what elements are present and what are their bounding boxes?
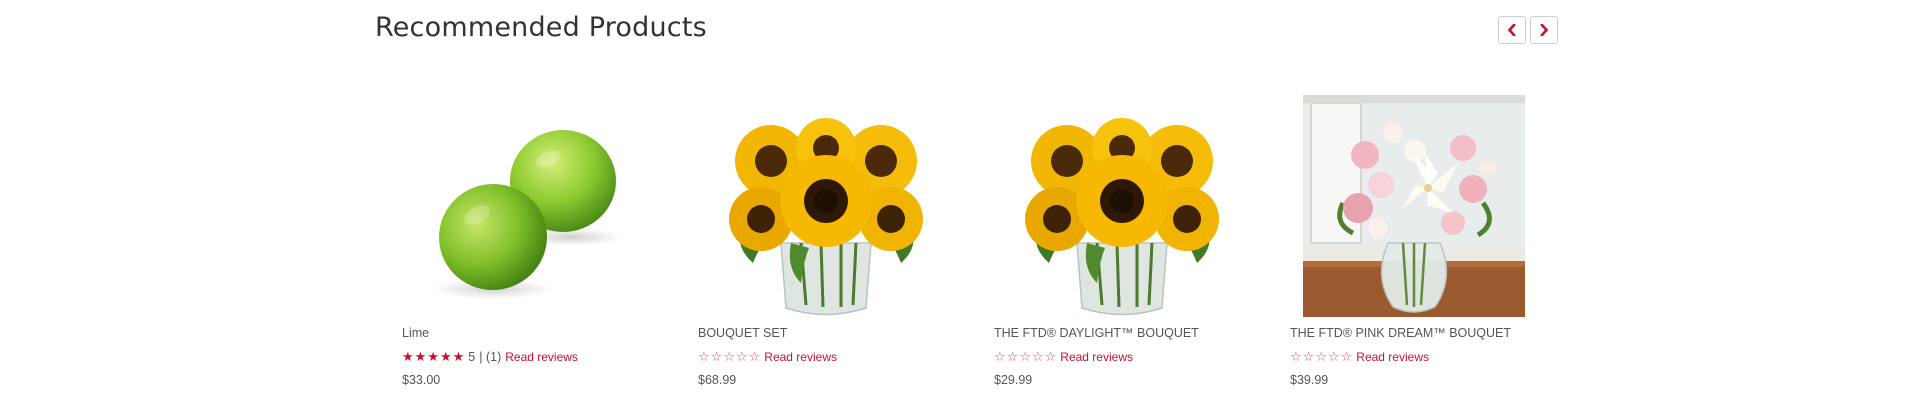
star-empty-icon: ☆ bbox=[994, 349, 1006, 365]
carousel-next-button[interactable] bbox=[1530, 16, 1558, 44]
sunflowers-image bbox=[1022, 103, 1222, 317]
carousel-nav bbox=[1498, 16, 1558, 44]
star-filled-icon: ★ bbox=[402, 349, 414, 365]
product-price: $33.00 bbox=[402, 373, 441, 387]
product-card: THE FTD® DAYLIGHT™ BOUQUET ☆ ☆ ☆ ☆ ☆ Rea… bbox=[967, 93, 1237, 403]
star-rating: ☆ ☆ ☆ ☆ ☆ bbox=[698, 351, 760, 364]
star-empty-icon: ☆ bbox=[1044, 349, 1057, 365]
star-filled-icon: ★ bbox=[414, 349, 427, 365]
star-empty-icon: ☆ bbox=[1340, 349, 1353, 365]
product-card: BOUQUET SET ☆ ☆ ☆ ☆ ☆ Read reviews $68.9… bbox=[671, 93, 941, 403]
read-reviews-link[interactable]: Read reviews bbox=[1356, 350, 1429, 364]
product-card: Lime ★ ★ ★ ★ ★ 5 | (1) Read reviews $33.… bbox=[375, 93, 645, 403]
product-image-link[interactable] bbox=[671, 93, 941, 317]
read-reviews-link[interactable]: Read reviews bbox=[505, 350, 578, 364]
rating-count: | (1) bbox=[479, 350, 502, 364]
star-empty-icon: ☆ bbox=[723, 349, 735, 365]
star-empty-icon: ☆ bbox=[1327, 349, 1340, 365]
product-rating: ☆ ☆ ☆ ☆ ☆ Read reviews bbox=[1290, 349, 1540, 365]
product-card: THE FTD® PINK DREAM™ BOUQUET ☆ ☆ ☆ ☆ ☆ R… bbox=[1263, 93, 1533, 403]
product-info: THE FTD® PINK DREAM™ BOUQUET ☆ ☆ ☆ ☆ ☆ R… bbox=[1290, 325, 1540, 388]
star-filled-icon: ★ bbox=[452, 349, 465, 365]
product-name[interactable]: Lime bbox=[402, 325, 652, 341]
read-reviews-link[interactable]: Read reviews bbox=[1060, 350, 1133, 364]
rating-score: 5 bbox=[468, 350, 476, 364]
product-name[interactable]: THE FTD® DAYLIGHT™ BOUQUET bbox=[994, 325, 1244, 341]
product-carousel: Lime ★ ★ ★ ★ ★ 5 | (1) Read reviews $33.… bbox=[375, 93, 1558, 405]
product-name[interactable]: BOUQUET SET bbox=[698, 325, 948, 341]
recommended-products-section: Recommended Products Lime ★ ★ ★ ★ ★ 5 | … bbox=[375, 0, 1558, 405]
pink-bouquet-image bbox=[1303, 95, 1525, 317]
read-reviews-link[interactable]: Read reviews bbox=[764, 350, 837, 364]
star-empty-icon: ☆ bbox=[1006, 349, 1019, 365]
star-rating: ☆ ☆ ☆ ☆ ☆ bbox=[994, 351, 1056, 364]
star-empty-icon: ☆ bbox=[698, 349, 710, 365]
product-info: Lime ★ ★ ★ ★ ★ 5 | (1) Read reviews $33.… bbox=[402, 325, 652, 388]
product-price: $29.99 bbox=[994, 373, 1033, 387]
product-info: THE FTD® DAYLIGHT™ BOUQUET ☆ ☆ ☆ ☆ ☆ Rea… bbox=[994, 325, 1244, 388]
product-price: $39.99 bbox=[1290, 373, 1329, 387]
sunflowers-image bbox=[726, 103, 926, 317]
chevron-right-icon bbox=[1540, 24, 1549, 36]
product-info: BOUQUET SET ☆ ☆ ☆ ☆ ☆ Read reviews $68.9… bbox=[698, 325, 948, 388]
star-empty-icon: ☆ bbox=[1302, 349, 1315, 365]
product-rating: ★ ★ ★ ★ ★ 5 | (1) Read reviews bbox=[402, 349, 652, 365]
product-rating: ☆ ☆ ☆ ☆ ☆ Read reviews bbox=[698, 349, 948, 365]
section-title: Recommended Products bbox=[375, 12, 707, 43]
star-empty-icon: ☆ bbox=[1031, 349, 1044, 365]
star-filled-icon: ★ bbox=[439, 349, 452, 365]
product-name[interactable]: THE FTD® PINK DREAM™ BOUQUET bbox=[1290, 325, 1540, 341]
star-empty-icon: ☆ bbox=[710, 349, 723, 365]
product-image-link[interactable] bbox=[1263, 93, 1533, 317]
star-empty-icon: ☆ bbox=[1019, 349, 1031, 365]
star-empty-icon: ☆ bbox=[1315, 349, 1327, 365]
star-empty-icon: ☆ bbox=[735, 349, 748, 365]
product-image-link[interactable] bbox=[967, 93, 1237, 317]
star-rating: ☆ ☆ ☆ ☆ ☆ bbox=[1290, 351, 1352, 364]
carousel-prev-button[interactable] bbox=[1498, 16, 1526, 44]
star-filled-icon: ★ bbox=[427, 349, 439, 365]
product-rating: ☆ ☆ ☆ ☆ ☆ Read reviews bbox=[994, 349, 1244, 365]
product-price: $68.99 bbox=[698, 373, 737, 387]
star-empty-icon: ☆ bbox=[748, 349, 761, 365]
chevron-left-icon bbox=[1507, 24, 1516, 36]
star-empty-icon: ☆ bbox=[1290, 349, 1302, 365]
limes-image bbox=[433, 130, 621, 299]
product-image-link[interactable] bbox=[375, 93, 645, 317]
star-rating: ★ ★ ★ ★ ★ bbox=[402, 351, 464, 364]
